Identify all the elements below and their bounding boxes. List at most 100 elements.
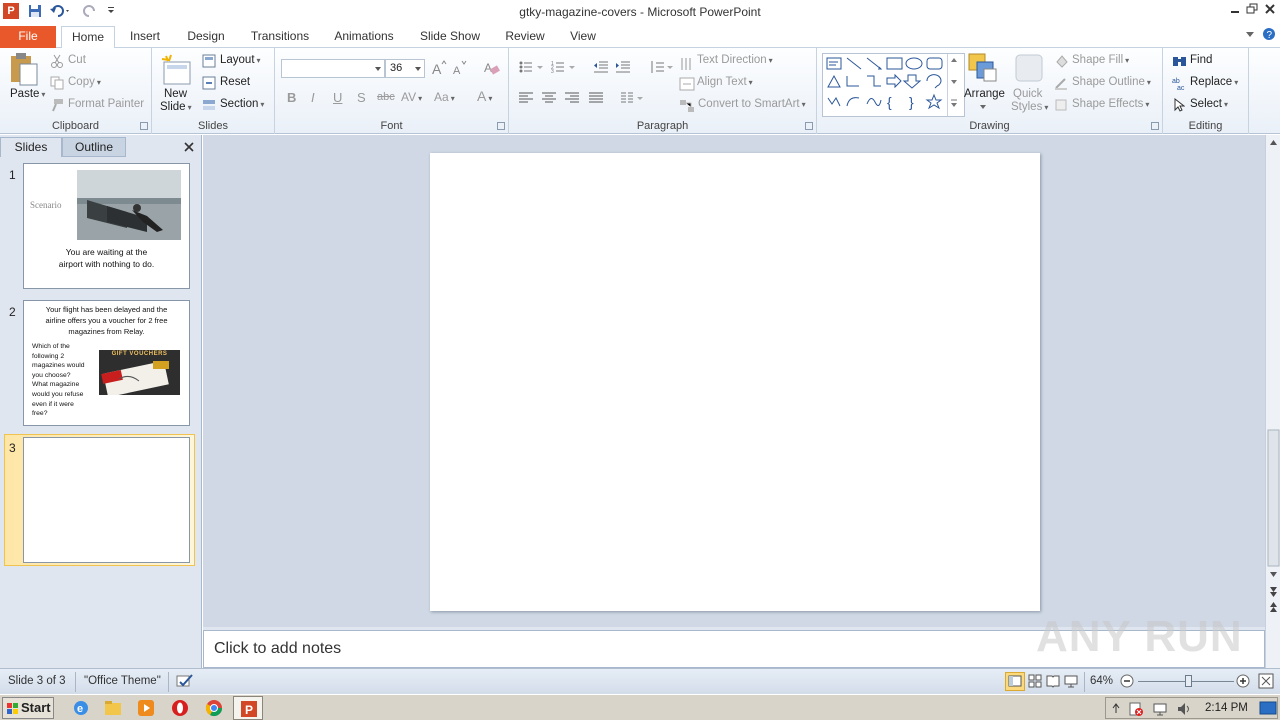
convert-smartart-icon[interactable]: [679, 99, 695, 113]
zoom-slider[interactable]: [1138, 675, 1234, 687]
spelling-check-icon[interactable]: [176, 673, 194, 689]
select-cursor-icon[interactable]: [1173, 98, 1185, 112]
slide-thumbnail-1[interactable]: Scenario You are waiting at the airport w…: [23, 163, 190, 289]
minimize-icon[interactable]: [1228, 2, 1242, 16]
cut-icon[interactable]: [50, 54, 64, 68]
opera-icon[interactable]: [171, 699, 189, 717]
tab-file[interactable]: File: [0, 26, 56, 48]
reset-icon[interactable]: [202, 76, 216, 90]
align-left-icon[interactable]: [518, 91, 534, 105]
network-icon[interactable]: [1152, 701, 1168, 717]
slide-thumbnail-2[interactable]: Your flight has been delayed and the airl…: [23, 300, 190, 426]
slide-show-view-icon[interactable]: [1064, 674, 1078, 688]
normal-view-button[interactable]: [1005, 672, 1025, 691]
new-slide-button[interactable]: Slide: [160, 101, 192, 113]
tab-design[interactable]: Design: [180, 26, 232, 48]
tab-insert[interactable]: Insert: [122, 26, 168, 48]
reading-view-icon[interactable]: [1046, 674, 1060, 688]
italic-button[interactable]: I: [311, 90, 315, 105]
tab-slides[interactable]: Slides: [0, 137, 62, 157]
font-dialog-launcher[interactable]: [497, 122, 505, 130]
copy-icon[interactable]: [50, 76, 64, 90]
new-slide-label[interactable]: New: [164, 88, 187, 100]
arrange-dropdown-icon[interactable]: [979, 103, 987, 111]
shape-outline-button[interactable]: Shape Outline: [1072, 76, 1151, 88]
tab-outline[interactable]: Outline: [62, 137, 126, 157]
bullets-icon[interactable]: [519, 60, 545, 74]
quick-styles-button[interactable]: Styles: [1011, 101, 1048, 113]
show-hidden-icons[interactable]: [1111, 701, 1121, 715]
arrange-icon[interactable]: [967, 52, 999, 84]
numbering-icon[interactable]: 123: [551, 60, 577, 74]
zoom-slider-thumb[interactable]: [1184, 675, 1192, 687]
help-icon[interactable]: ?: [1262, 27, 1276, 41]
arrange-button[interactable]: Arrange: [964, 88, 1005, 100]
zoom-level[interactable]: 64%: [1090, 675, 1113, 687]
zoom-out-icon[interactable]: [1120, 674, 1134, 688]
paste-icon[interactable]: [8, 52, 40, 88]
file-explorer-icon[interactable]: [104, 699, 122, 717]
replace-icon[interactable]: ab ac: [1172, 76, 1188, 90]
section-button[interactable]: Section: [220, 98, 264, 110]
justify-icon[interactable]: [588, 91, 604, 105]
chrome-icon[interactable]: [205, 699, 223, 717]
shapes-gallery-scroll[interactable]: [947, 54, 959, 116]
vertical-scrollbar[interactable]: [1265, 135, 1280, 668]
replace-button[interactable]: Replace: [1190, 76, 1238, 88]
theme-name[interactable]: "Office Theme": [84, 675, 161, 687]
layout-icon[interactable]: [202, 54, 216, 68]
copy-button[interactable]: Copy: [68, 76, 101, 88]
text-shadow-button[interactable]: S: [357, 90, 366, 105]
find-button[interactable]: Find: [1190, 54, 1212, 66]
format-painter-icon[interactable]: [50, 98, 64, 112]
shape-effects-button[interactable]: Shape Effects: [1072, 98, 1149, 110]
underline-button[interactable]: U: [333, 90, 342, 105]
minimize-ribbon-icon[interactable]: [1244, 28, 1256, 40]
convert-smartart-button[interactable]: Convert to SmartArt: [698, 98, 806, 110]
close-pane-icon[interactable]: [183, 141, 195, 153]
close-window-icon[interactable]: [1263, 2, 1277, 16]
tab-slide-show[interactable]: Slide Show: [413, 26, 487, 48]
align-text-button[interactable]: Align Text: [697, 76, 753, 88]
line-spacing-icon[interactable]: [649, 60, 673, 74]
current-slide[interactable]: [430, 153, 1040, 611]
volume-icon[interactable]: [1176, 701, 1192, 717]
format-painter-button[interactable]: Format Painter: [68, 98, 144, 110]
change-case-button[interactable]: Aa: [434, 90, 455, 104]
reset-button[interactable]: Reset: [220, 76, 250, 88]
tab-animations[interactable]: Animations: [328, 26, 400, 48]
increase-indent-icon[interactable]: [615, 60, 631, 74]
notes-placeholder[interactable]: Click to add notes: [214, 640, 341, 658]
new-slide-icon[interactable]: [160, 54, 192, 88]
character-spacing-button[interactable]: AV: [401, 90, 422, 104]
find-icon[interactable]: [1172, 54, 1188, 68]
align-right-icon[interactable]: [564, 91, 580, 105]
paragraph-dialog-launcher[interactable]: [805, 122, 813, 130]
align-text-icon[interactable]: [679, 77, 695, 91]
shape-fill-button[interactable]: Shape Fill: [1072, 54, 1129, 66]
align-center-icon[interactable]: [541, 91, 557, 105]
internet-explorer-icon[interactable]: e: [72, 699, 90, 717]
select-button[interactable]: Select: [1190, 98, 1228, 110]
show-desktop-icon[interactable]: [1259, 699, 1277, 717]
font-name-combo[interactable]: [281, 59, 385, 78]
quick-styles-icon[interactable]: [1014, 53, 1044, 83]
bold-button[interactable]: B: [287, 90, 296, 105]
tab-transitions[interactable]: Transitions: [244, 26, 316, 48]
shrink-font-icon[interactable]: A: [452, 60, 468, 76]
shape-fill-icon[interactable]: [1054, 54, 1068, 68]
cut-button[interactable]: Cut: [68, 54, 86, 66]
layout-button[interactable]: Layout: [220, 54, 261, 66]
decrease-indent-icon[interactable]: [593, 60, 609, 74]
paste-button[interactable]: Paste: [10, 88, 45, 100]
strikethrough-button[interactable]: abc: [377, 91, 395, 103]
font-color-button[interactable]: A: [477, 88, 492, 104]
system-clock[interactable]: 2:14 PM: [1205, 702, 1248, 714]
font-size-combo[interactable]: 36: [385, 59, 425, 78]
text-direction-button[interactable]: Text Direction: [697, 54, 773, 66]
slide-sorter-icon[interactable]: [1028, 674, 1042, 688]
clear-formatting-icon[interactable]: A: [483, 59, 501, 77]
section-icon[interactable]: [202, 98, 216, 112]
tab-review[interactable]: Review: [500, 26, 550, 48]
quick-styles-label[interactable]: Quick: [1013, 88, 1042, 100]
